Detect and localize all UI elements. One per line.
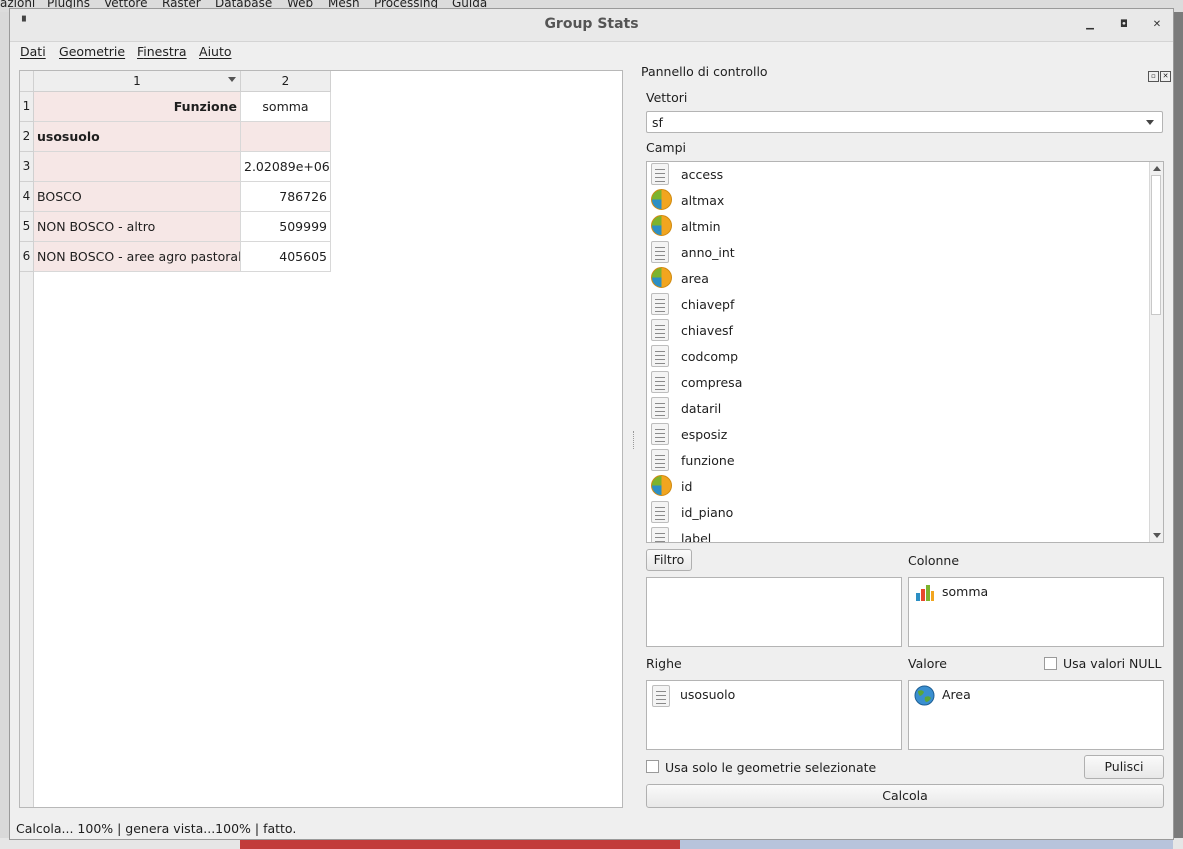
window-title: Group Stats — [544, 16, 639, 32]
column-header-1[interactable]: 1 — [34, 71, 241, 92]
scroll-up-icon[interactable] — [1153, 166, 1161, 171]
menu-bar: Dati Geometrie Finestra Aiuto — [10, 42, 1173, 62]
text-field-icon — [651, 371, 673, 393]
chevron-down-icon — [1146, 120, 1154, 125]
valore-label: Valore — [908, 656, 947, 671]
text-field-icon — [651, 527, 673, 542]
result-table[interactable]: 1 2 1 2 3 4 5 6 Funzione somma usosuolo … — [19, 70, 623, 808]
text-field-icon — [651, 293, 673, 315]
text-field-icon — [651, 423, 673, 445]
row-header[interactable]: 6 — [20, 242, 33, 272]
close-icon[interactable]: ✕ — [1150, 18, 1164, 32]
splitter-handle[interactable] — [633, 431, 636, 449]
colonne-box[interactable]: somma — [908, 577, 1164, 647]
table-cell[interactable]: 509999 — [241, 212, 331, 242]
vettori-label: Vettori — [646, 90, 688, 105]
text-field-icon — [651, 397, 673, 419]
group-stats-window: ▘ Group Stats ▁ ◘ ✕ Dati Geometrie Fines… — [10, 9, 1173, 839]
text-field-icon — [651, 319, 673, 341]
float-icon[interactable]: ▫ — [1148, 71, 1159, 82]
row-header[interactable]: 1 — [20, 92, 33, 122]
valore-box[interactable]: Area — [908, 680, 1164, 750]
row-header[interactable]: 3 — [20, 152, 33, 182]
text-field-icon — [651, 501, 673, 523]
righe-item[interactable]: usosuolo — [680, 687, 735, 702]
numeric-field-icon — [651, 189, 673, 211]
bar-chart-icon — [915, 582, 935, 602]
usa-solo-selezionate-checkbox[interactable] — [646, 760, 659, 773]
text-field-icon — [652, 685, 670, 707]
filtro-box[interactable] — [646, 577, 902, 647]
valore-item[interactable]: Area — [942, 687, 971, 702]
numeric-field-icon — [651, 267, 673, 289]
row-header[interactable]: 4 — [20, 182, 33, 212]
status-bar: Calcola... 100% | genera vista...100% | … — [16, 821, 297, 836]
righe-label: Righe — [646, 656, 682, 671]
row-header[interactable]: 5 — [20, 212, 33, 242]
menu-finestra[interactable]: Finestra — [137, 44, 187, 59]
table-cell[interactable]: NON BOSCO - aree agro pastorali — [34, 242, 241, 272]
table-cell[interactable]: 2.02089e+06 — [241, 152, 331, 182]
text-field-icon — [651, 449, 673, 471]
colonne-label: Colonne — [908, 553, 960, 568]
menu-aiuto[interactable]: Aiuto — [199, 44, 232, 59]
table-cell[interactable]: NON BOSCO - altro — [34, 212, 241, 242]
panel-title: Pannello di controllo — [641, 64, 768, 79]
minimize-icon[interactable]: ▁ — [1083, 18, 1097, 32]
pulisci-button[interactable]: Pulisci — [1084, 755, 1164, 779]
campi-label: Campi — [646, 140, 686, 155]
usa-valori-null-label[interactable]: Usa valori NULL — [1063, 656, 1162, 671]
text-field-icon — [651, 345, 673, 367]
text-field-icon — [651, 241, 673, 263]
panel-buttons: ▫ ✕ — [1147, 66, 1171, 82]
globe-icon — [914, 685, 935, 706]
maximize-icon[interactable]: ◘ — [1117, 18, 1131, 32]
sort-arrow-icon — [228, 77, 236, 82]
campi-scrollbar[interactable] — [1149, 162, 1163, 542]
filtro-button[interactable]: Filtro — [646, 549, 692, 571]
background-toolbar — [0, 12, 10, 849]
table-corner[interactable] — [20, 71, 34, 92]
table-cell[interactable]: 786726 — [241, 182, 331, 212]
scroll-down-icon[interactable] — [1153, 533, 1161, 538]
numeric-field-icon — [651, 215, 673, 237]
table-cell[interactable]: Funzione — [34, 92, 241, 122]
table-cell[interactable] — [34, 152, 241, 182]
calcola-button[interactable]: Calcola — [646, 784, 1164, 808]
table-cell[interactable]: 405605 — [241, 242, 331, 272]
colonne-item[interactable]: somma — [942, 584, 988, 599]
vettori-combobox[interactable]: sf — [646, 111, 1163, 133]
usa-solo-selezionate-label[interactable]: Usa solo le geometrie selezionate — [665, 760, 876, 775]
column-header-2[interactable]: 2 — [241, 71, 331, 92]
background-map — [0, 838, 1183, 849]
table-cell[interactable] — [241, 122, 331, 152]
menu-dati[interactable]: Dati — [20, 44, 46, 59]
numeric-field-icon — [651, 475, 673, 497]
panel-close-icon[interactable]: ✕ — [1160, 71, 1171, 82]
usa-valori-null-checkbox[interactable] — [1044, 657, 1057, 670]
scroll-thumb[interactable] — [1151, 175, 1161, 315]
vettori-value: sf — [652, 115, 663, 130]
text-field-icon — [651, 163, 673, 185]
table-cell[interactable]: somma — [241, 92, 331, 122]
righe-box[interactable]: usosuolo — [646, 680, 902, 750]
row-header[interactable]: 2 — [20, 122, 33, 152]
title-bar: ▘ Group Stats ▁ ◘ ✕ — [10, 9, 1173, 42]
campi-list[interactable]: access altmax altmin anno_int area chiav… — [646, 161, 1164, 543]
table-cell[interactable]: BOSCO — [34, 182, 241, 212]
table-cell[interactable]: usosuolo — [34, 122, 241, 152]
menu-geometrie[interactable]: Geometrie — [59, 44, 125, 59]
